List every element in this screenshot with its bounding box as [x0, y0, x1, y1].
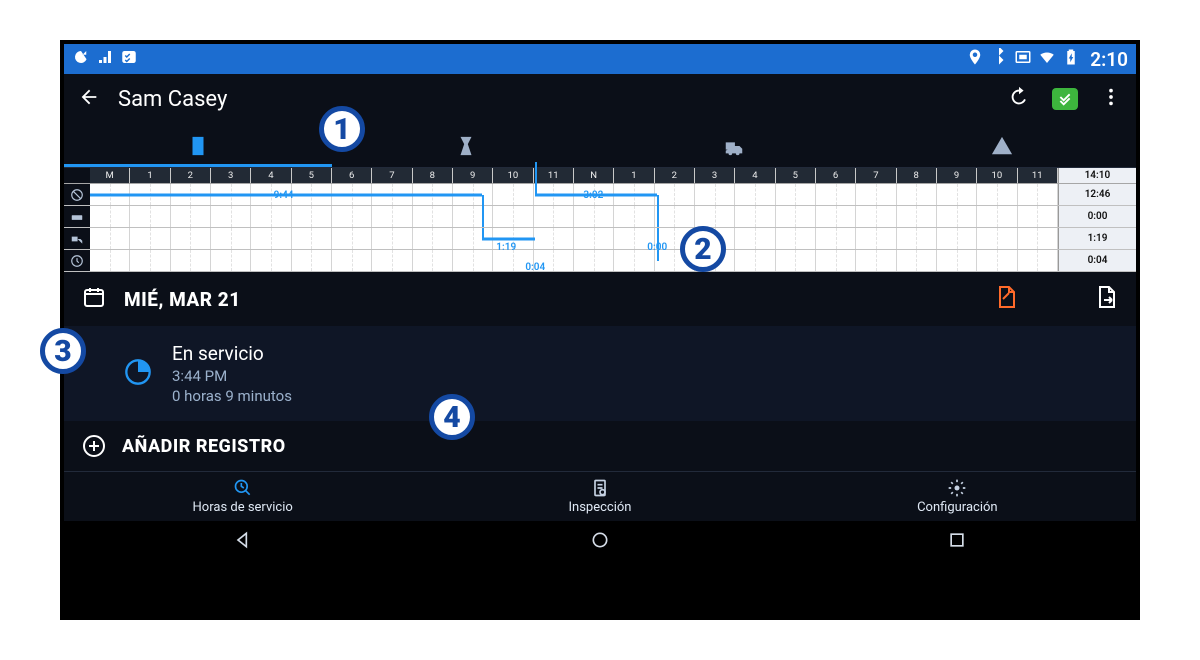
android-nav-bar [64, 521, 1136, 559]
timeline-hour-header: M1 23 45 67 89 1011 N1 23 45 67 89 1011 … [64, 168, 1136, 184]
row-total: 12:46 [1058, 184, 1136, 205]
compliance-badge[interactable] [1052, 88, 1078, 110]
entry-duration: 0 horas 9 minutos [172, 387, 292, 405]
overflow-menu-button[interactable] [1100, 86, 1122, 112]
date-bar: MIÉ, MAR 21 [64, 272, 1136, 326]
nav-home[interactable] [421, 521, 778, 559]
row-total: 0:00 [1058, 206, 1136, 227]
segment-label: 0:04 [525, 262, 545, 273]
bottom-tab-hos[interactable]: Horas de servicio [64, 472, 421, 521]
date-label: MIÉ, MAR 21 [124, 288, 976, 311]
bottom-tab-label: Horas de servicio [193, 500, 293, 515]
row-total: 1:19 [1058, 228, 1136, 249]
bluetooth-icon [990, 48, 1008, 71]
bottom-tab-bar: Horas de servicio Inspección Configuraci… [64, 471, 1136, 521]
status-clock: 2:10 [1090, 48, 1128, 71]
bottom-tab-settings[interactable]: Configuración [779, 472, 1136, 521]
certify-log-button[interactable] [994, 285, 1018, 313]
tab-vehicle[interactable] [600, 124, 868, 167]
entry-time: 3:44 PM [172, 367, 227, 385]
tab-logs[interactable] [64, 124, 332, 167]
bottom-tab-label: Configuración [917, 500, 998, 515]
callout-2: 2 [680, 226, 726, 272]
timeline-row-driving[interactable]: 1:19 0:00 1:19 [64, 228, 1136, 250]
nav-back[interactable] [64, 521, 421, 559]
add-record-button[interactable]: AÑADIR REGISTRO [64, 421, 1136, 471]
timeline-row-off-duty[interactable]: 9:44 3:02 12:46 [64, 184, 1136, 206]
hos-timeline-grid: M1 23 45 67 89 1011 N1 23 45 67 89 1011 … [64, 168, 1136, 272]
device-screen: 2:10 Sam Casey M1 23 45 67 89 1011 N1 [60, 40, 1140, 620]
app-title-bar: Sam Casey [64, 74, 1136, 124]
location-icon [966, 48, 984, 71]
bottom-tab-inspection[interactable]: Inspección [421, 472, 778, 521]
android-status-bar: 2:10 [64, 44, 1136, 74]
row-total: 0:04 [1058, 250, 1136, 271]
wifi-icon [1038, 48, 1056, 71]
timeline-row-on-duty[interactable]: 0:04 0:04 [64, 250, 1136, 272]
duty-status-entry[interactable]: En servicio 3:44 PM 0 horas 9 minutos [64, 326, 1136, 421]
refresh-button[interactable] [1008, 86, 1030, 112]
segment-label: 9:44 [274, 190, 294, 201]
nav-recent[interactable] [779, 521, 1136, 559]
add-record-label: AÑADIR REGISTRO [122, 436, 286, 457]
callout-4: 4 [429, 394, 475, 440]
callout-3: 3 [40, 328, 86, 374]
on-duty-clock-icon [124, 358, 152, 390]
entry-status: En servicio [172, 342, 292, 365]
segment-label: 3:02 [583, 190, 603, 201]
checklist-icon [120, 48, 138, 71]
calendar-icon[interactable] [82, 285, 106, 313]
tab-alerts[interactable] [868, 124, 1136, 167]
battery-charging-icon [1062, 48, 1080, 71]
tab-clocks[interactable] [332, 124, 600, 167]
sync-mic-icon [72, 48, 90, 71]
timeline-row-sleeper[interactable]: 0:00 [64, 206, 1136, 228]
no-signal-icon [96, 48, 114, 71]
driver-name: Sam Casey [118, 87, 990, 112]
export-log-button[interactable] [1094, 285, 1118, 313]
callout-1: 1 [319, 106, 365, 152]
hos-tab-row [64, 124, 1136, 168]
bottom-tab-label: Inspección [569, 500, 632, 515]
timeline-total-header: 14:10 [1058, 168, 1136, 183]
back-button[interactable] [78, 86, 100, 112]
eld-box-icon [1014, 48, 1032, 71]
